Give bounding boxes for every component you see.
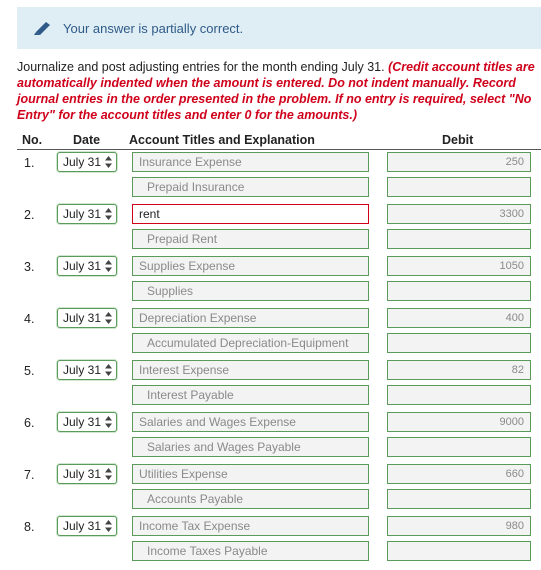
entry-number: 4.: [24, 312, 35, 326]
date-select[interactable]: July 31: [57, 308, 117, 328]
spinner-icon: [105, 364, 112, 376]
credit-row-amount-input[interactable]: [387, 385, 531, 405]
credit-account-input[interactable]: Salaries and Wages Payable: [132, 437, 369, 457]
date-value: July 31: [63, 155, 102, 169]
spinner-icon: [105, 416, 112, 428]
entry-number: 8.: [24, 520, 35, 534]
debit-amount-input[interactable]: 82: [387, 360, 531, 380]
credit-account-input[interactable]: Income Taxes Payable: [132, 541, 369, 561]
date-value: July 31: [63, 415, 102, 429]
debit-account-input[interactable]: Insurance Expense: [132, 152, 369, 172]
debit-account-input[interactable]: Depreciation Expense: [132, 308, 369, 328]
credit-row-amount-input[interactable]: [387, 281, 531, 301]
journal-entry: 7. July 31 Utilities Expense 660 Account…: [0, 464, 541, 514]
credit-account-input[interactable]: Prepaid Rent: [132, 229, 369, 249]
header-debit: Debit: [442, 133, 474, 147]
credit-account-input[interactable]: Interest Payable: [132, 385, 369, 405]
credit-account-input[interactable]: Accounts Payable: [132, 489, 369, 509]
credit-account-input[interactable]: Prepaid Insurance: [132, 177, 369, 197]
credit-row-amount-input[interactable]: [387, 177, 531, 197]
date-value: July 31: [63, 259, 102, 273]
journal-entry: 1. July 31 Insurance Expense 250 Prepaid…: [0, 152, 541, 202]
credit-account-input[interactable]: Supplies: [132, 281, 369, 301]
debit-account-input[interactable]: Supplies Expense: [132, 256, 369, 276]
debit-account-input[interactable]: Interest Expense: [132, 360, 369, 380]
date-select[interactable]: July 31: [57, 256, 117, 276]
feedback-text: Your answer is partially correct.: [63, 20, 244, 36]
entry-number: 2.: [24, 208, 35, 222]
pencil-icon: [33, 21, 53, 35]
debit-account-input[interactable]: Salaries and Wages Expense: [132, 412, 369, 432]
credit-row-amount-input[interactable]: [387, 437, 531, 457]
entry-number: 1.: [24, 156, 35, 170]
instructions: Journalize and post adjusting entries fo…: [17, 59, 541, 123]
date-select[interactable]: July 31: [57, 412, 117, 432]
credit-row-amount-input[interactable]: [387, 229, 531, 249]
date-value: July 31: [63, 363, 102, 377]
date-value: July 31: [63, 519, 102, 533]
debit-amount-input[interactable]: 3300: [387, 204, 531, 224]
date-select[interactable]: July 31: [57, 360, 117, 380]
credit-row-amount-input[interactable]: [387, 489, 531, 509]
header-divider: [17, 149, 541, 150]
spinner-icon: [105, 156, 112, 168]
entry-number: 6.: [24, 416, 35, 430]
credit-row-amount-input[interactable]: [387, 541, 531, 561]
debit-account-input[interactable]: rent: [132, 204, 369, 224]
date-select[interactable]: July 31: [57, 516, 117, 536]
journal-entry: 5. July 31 Interest Expense 82 Interest …: [0, 360, 541, 410]
header-account: Account Titles and Explanation: [129, 133, 315, 147]
entry-number: 3.: [24, 260, 35, 274]
header-no: No.: [22, 133, 43, 147]
debit-amount-input[interactable]: 660: [387, 464, 531, 484]
debit-amount-input[interactable]: 1050: [387, 256, 531, 276]
date-value: July 31: [63, 311, 102, 325]
spinner-icon: [105, 468, 112, 480]
spinner-icon: [105, 312, 112, 324]
date-select[interactable]: July 31: [57, 152, 117, 172]
journal-entry: 3. July 31 Supplies Expense 1050 Supplie…: [0, 256, 541, 306]
journal-entry: 8. July 31 Income Tax Expense 980 Income…: [0, 516, 541, 566]
spinner-icon: [105, 260, 112, 272]
date-select[interactable]: July 31: [57, 204, 117, 224]
debit-account-input[interactable]: Income Tax Expense: [132, 516, 369, 536]
debit-amount-input[interactable]: 250: [387, 152, 531, 172]
credit-account-input[interactable]: Accumulated Depreciation-Equipment: [132, 333, 369, 353]
debit-amount-input[interactable]: 980: [387, 516, 531, 536]
feedback-banner: Your answer is partially correct.: [17, 7, 541, 49]
spinner-icon: [105, 520, 112, 532]
debit-amount-input[interactable]: 9000: [387, 412, 531, 432]
journal-entry: 6. July 31 Salaries and Wages Expense 90…: [0, 412, 541, 462]
debit-account-input[interactable]: Utilities Expense: [132, 464, 369, 484]
table-header: No. Date Account Titles and Explanation …: [17, 133, 541, 149]
date-select[interactable]: July 31: [57, 464, 117, 484]
instructions-text: Journalize and post adjusting entries fo…: [17, 60, 385, 74]
journal-entry: 4. July 31 Depreciation Expense 400 Accu…: [0, 308, 541, 358]
entry-number: 5.: [24, 364, 35, 378]
credit-row-amount-input[interactable]: [387, 333, 531, 353]
spinner-icon: [105, 208, 112, 220]
entry-number: 7.: [24, 468, 35, 482]
debit-amount-input[interactable]: 400: [387, 308, 531, 328]
header-date: Date: [73, 133, 101, 147]
journal-entry: 2. July 31 rent 3300 Prepaid Rent: [0, 204, 541, 254]
date-value: July 31: [63, 207, 102, 221]
date-value: July 31: [63, 467, 102, 481]
